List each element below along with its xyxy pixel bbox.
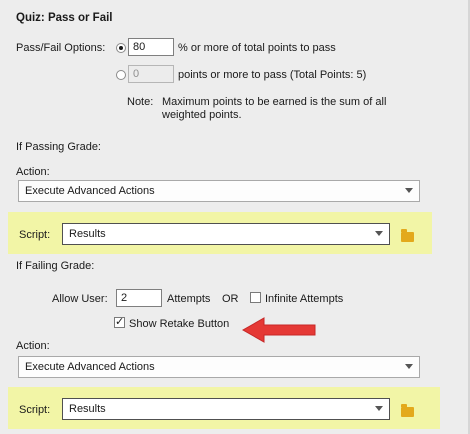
show-retake-checkbox[interactable] <box>114 315 125 328</box>
passing-script-value: Results <box>69 228 106 240</box>
folder-icon[interactable] <box>401 229 414 242</box>
note-label: Note: <box>127 96 154 108</box>
percent-input[interactable]: 80 <box>128 38 174 56</box>
note-text: Maximum points to be earned is the sum o… <box>162 96 387 121</box>
percent-radio[interactable] <box>116 43 126 53</box>
percent-suffix-label: % or more of total points to pass <box>178 42 336 54</box>
points-suffix-label: points or more to pass (Total Points: 5) <box>178 69 367 81</box>
infinite-attempts-checkbox[interactable] <box>250 292 261 303</box>
pass-fail-options-label: Pass/Fail Options: <box>16 42 106 54</box>
attempts-input[interactable]: 2 <box>116 289 162 307</box>
passing-grade-heading: If Passing Grade: <box>16 141 101 153</box>
or-label: OR <box>222 293 239 305</box>
passing-script-select[interactable]: Results <box>62 223 390 245</box>
chevron-down-icon <box>375 406 383 411</box>
folder-icon[interactable] <box>401 404 414 417</box>
infinite-attempts-label: Infinite Attempts <box>265 293 344 305</box>
chevron-down-icon <box>375 231 383 236</box>
points-input[interactable]: 0 <box>128 65 174 83</box>
allow-user-label: Allow User: <box>52 293 108 305</box>
red-arrow-icon <box>241 317 316 343</box>
points-radio[interactable] <box>116 70 126 80</box>
passing-script-label: Script: <box>19 229 51 241</box>
section-title: Quiz: Pass or Fail <box>16 12 113 24</box>
failing-script-label: Script: <box>19 404 51 416</box>
failing-action-value: Execute Advanced Actions <box>25 361 155 373</box>
chevron-down-icon <box>405 188 413 193</box>
passing-action-select[interactable]: Execute Advanced Actions <box>18 180 420 202</box>
passing-action-label: Action: <box>16 166 50 178</box>
show-retake-label: Show Retake Button <box>129 318 230 330</box>
passing-action-value: Execute Advanced Actions <box>25 185 155 197</box>
failing-script-select[interactable]: Results <box>62 398 390 420</box>
failing-grade-heading: If Failing Grade: <box>16 260 95 272</box>
failing-action-label: Action: <box>16 340 50 352</box>
failing-action-select[interactable]: Execute Advanced Actions <box>18 356 420 378</box>
attempts-label: Attempts <box>167 293 211 305</box>
failing-script-value: Results <box>69 403 106 415</box>
chevron-down-icon <box>405 364 413 369</box>
